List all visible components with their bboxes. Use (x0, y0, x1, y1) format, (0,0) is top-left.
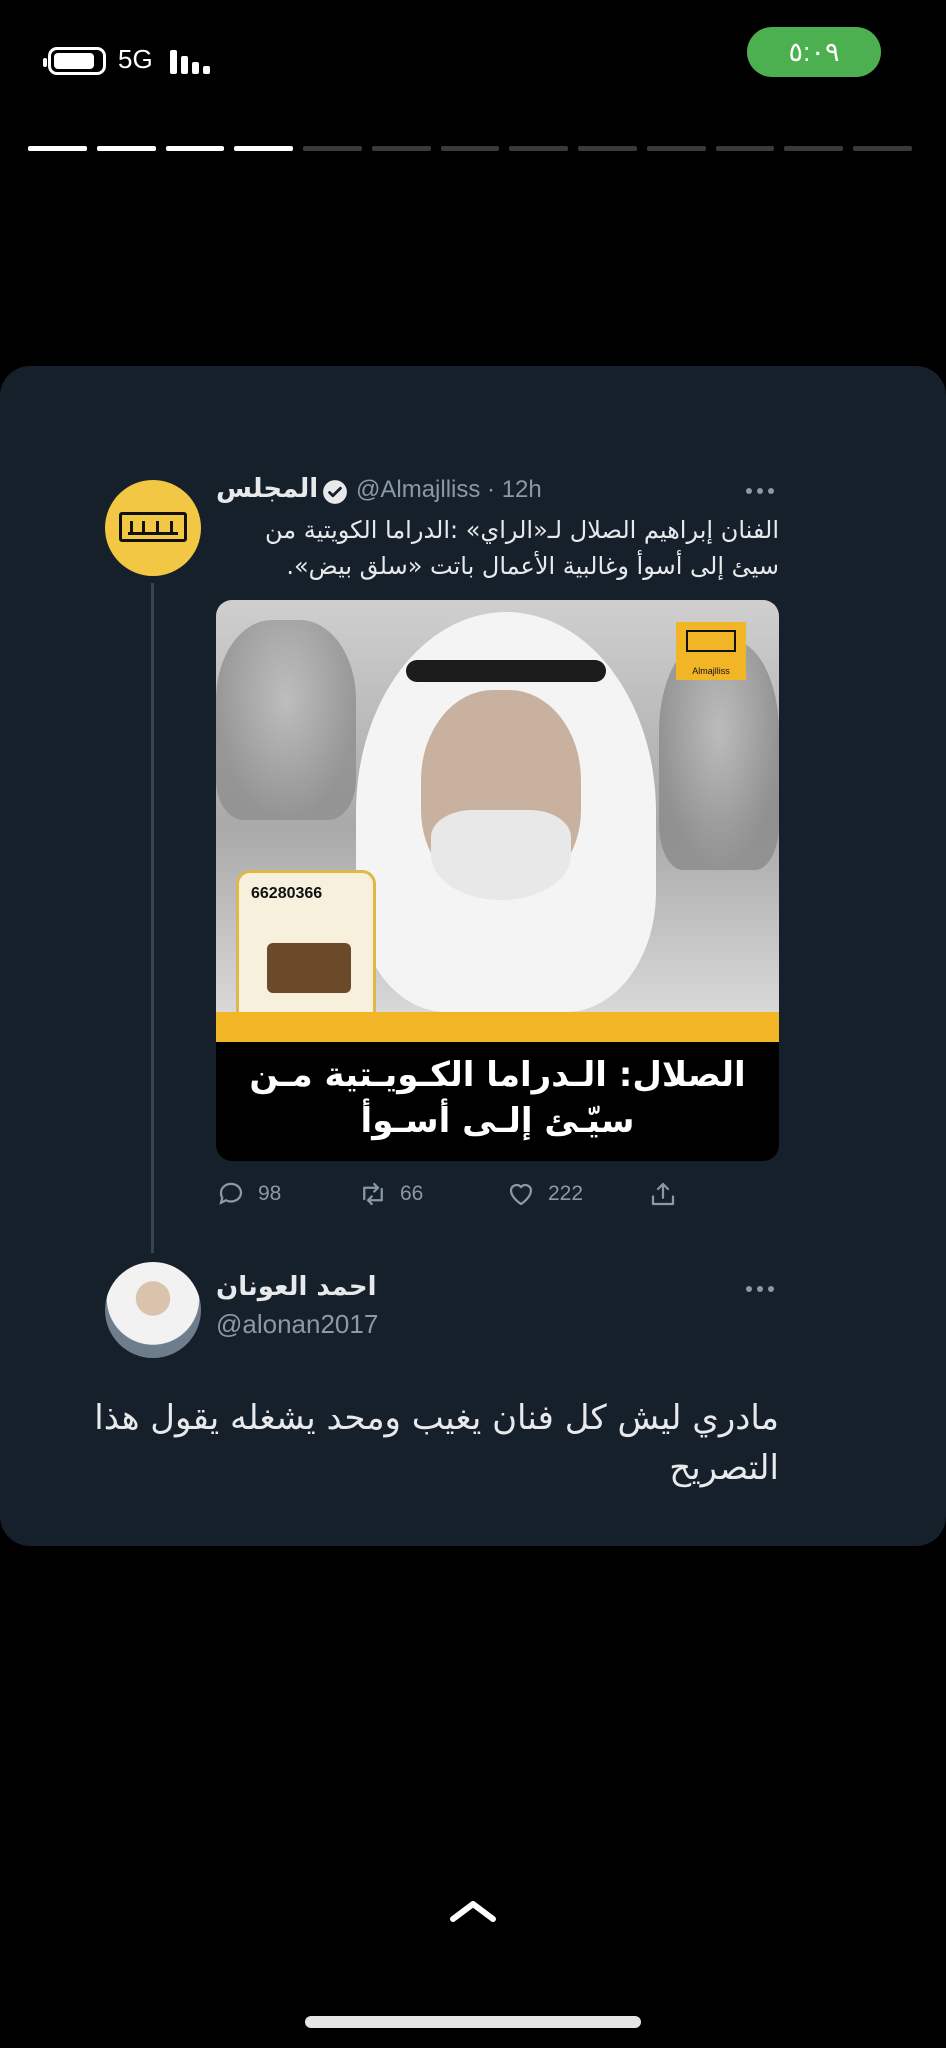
brand-tag: Almajlliss (692, 666, 730, 676)
retweet-count: 66 (400, 1182, 424, 1205)
story-progress-segment (853, 146, 912, 151)
retweet-icon (363, 1182, 383, 1206)
story-progress-segment (28, 146, 87, 151)
story-progress-segment (784, 146, 844, 151)
share-icon (651, 1182, 675, 1206)
battery-icon (43, 47, 106, 75)
tweet-actions: 98 66 222 (216, 1176, 736, 1212)
story-progress-segment (234, 146, 294, 151)
reply-icon (219, 1182, 243, 1205)
story-progress-segment (646, 146, 706, 151)
reply-tweet-text: مادري ليش كل فنان يغيب ومحد يشغله يقول ه… (94, 1398, 779, 1488)
media-headline: الصلال: الـدراما الكـويـتية مـن سيّـئ إل… (216, 1042, 779, 1161)
quoted-author-name[interactable]: المجلس (216, 474, 318, 504)
network-label: 5G (118, 44, 153, 74)
story-progress-bar (28, 146, 912, 151)
reply-more-options-icon[interactable] (746, 1286, 776, 1294)
ad-phone-number: 66280366 (251, 885, 323, 902)
quoted-tweet-text: الفنان إبراهيم الصلال لـ«الراي» :الدراما… (264, 516, 779, 580)
like-button[interactable]: 222 (506, 1176, 583, 1212)
headline-line-1: الصلال: الـدراما الكـويـتية مـن (249, 1055, 746, 1095)
story-progress-segment (715, 146, 775, 151)
story-progress-segment (578, 146, 637, 151)
story-progress-segment (165, 146, 225, 151)
home-indicator[interactable] (305, 2016, 641, 2028)
story-progress-segment (440, 146, 500, 151)
like-count: 222 (548, 1182, 584, 1205)
reply-author-name[interactable]: احمد العونان (216, 1272, 377, 1302)
story-progress-segment (371, 146, 431, 151)
reply-count: 98 (258, 1182, 282, 1205)
reply-button[interactable]: 98 (216, 1176, 281, 1212)
tweet-media-image[interactable]: Almajlliss 66280366 الصلال: الـدراما الك… (216, 600, 779, 1161)
brand-logo-icon: Almajlliss (676, 622, 746, 680)
share-button[interactable] (648, 1176, 678, 1212)
story-progress-segment (96, 146, 156, 151)
retweet-button[interactable]: 66 (358, 1176, 423, 1212)
verified-badge-icon (323, 480, 347, 504)
more-options-icon[interactable] (746, 488, 776, 496)
clock-pill[interactable]: ٥:٠٩ (747, 27, 881, 77)
photo: Almajlliss 66280366 (216, 600, 779, 1040)
reply-avatar[interactable] (105, 1262, 201, 1358)
status-bar: 5G ٥:٠٩ (0, 0, 946, 110)
reply-handle[interactable]: @alonan2017 (216, 1309, 378, 1340)
story-progress-segment (303, 146, 362, 151)
headline-line-2: سيّـئ إلـى أسـوأ (360, 1101, 635, 1141)
avatar[interactable] (105, 480, 201, 576)
signal-icon (170, 50, 214, 74)
chest-icon (267, 943, 351, 993)
chevron-up-icon[interactable] (448, 1898, 498, 1924)
story-progress-segment (509, 146, 569, 151)
thread-connector (151, 583, 154, 1253)
heart-icon (509, 1183, 533, 1206)
quoted-handle-time[interactable]: @Almajlliss · 12h (356, 476, 542, 504)
majlis-logo-icon (119, 512, 187, 542)
